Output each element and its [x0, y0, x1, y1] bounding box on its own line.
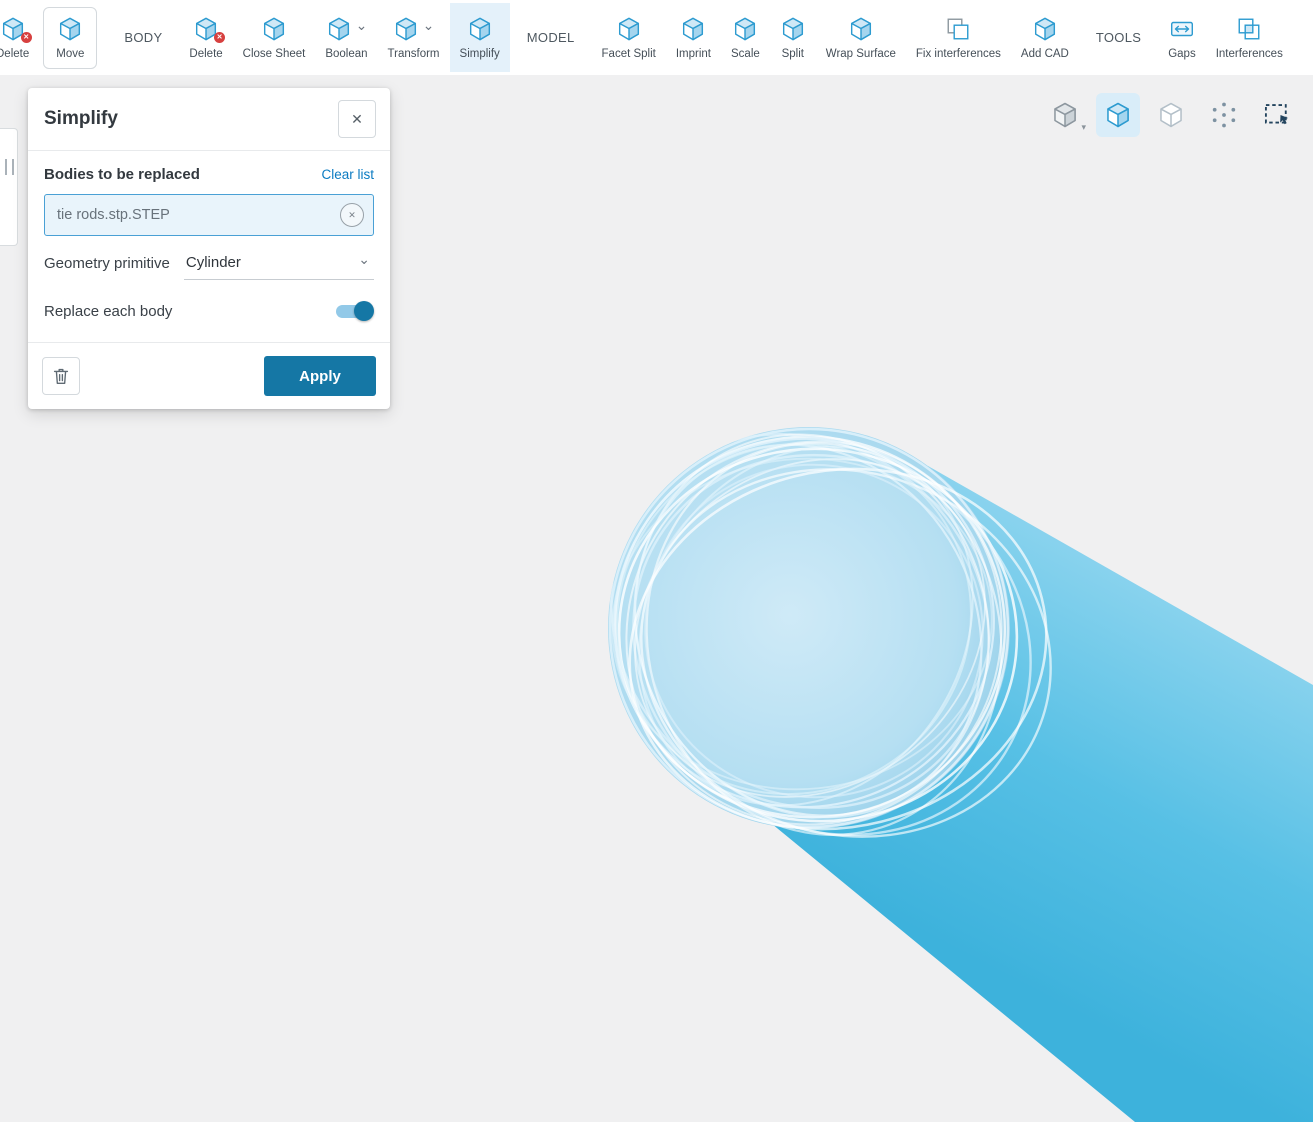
fix-interferences-icon — [945, 15, 971, 43]
toolbar-label: Boolean — [325, 48, 368, 60]
toolbar-label: Simplify — [459, 48, 500, 60]
top-toolbar: ✕ Delete Move BODY ✕ Delete Close Sheet — [0, 0, 1313, 76]
toolbar-button-wrap-surface[interactable]: Wrap Surface — [816, 3, 906, 72]
replace-each-body-label: Replace each body — [44, 302, 173, 320]
apply-button[interactable]: Apply — [264, 356, 376, 396]
dialog-body: Bodies to be replaced Clear list tie rod… — [28, 151, 390, 342]
toolbar-button-facet-split[interactable]: Facet Split — [592, 3, 666, 72]
facet-split-cube-icon — [616, 15, 642, 43]
replace-each-body-toggle[interactable] — [336, 301, 374, 321]
clear-x-icon: ✕ — [348, 209, 356, 220]
split-cube-icon — [780, 15, 806, 43]
dialog-footer: Apply — [28, 342, 390, 409]
toolbar-button-simplify[interactable]: Simplify — [449, 3, 510, 72]
delete-selection-button[interactable] — [42, 357, 80, 395]
boolean-cube-icon: ⌄ — [326, 15, 368, 43]
chevron-down-icon: ⌄ — [358, 250, 370, 267]
toolbar-section-tools: TOOLS — [1095, 30, 1142, 45]
delete-cube-icon: ✕ — [193, 15, 226, 43]
gaps-icon — [1169, 15, 1195, 43]
toggle-knob — [354, 301, 374, 321]
toolbar-button-move[interactable]: Move — [43, 6, 98, 69]
vertices-icon — [1210, 101, 1238, 129]
close-sheet-cube-icon — [261, 15, 287, 43]
toolbar-label: Fix interferences — [915, 48, 1001, 60]
display-mode-cube-icon — [1051, 101, 1079, 129]
chevron-down-icon[interactable]: ⌄ — [356, 17, 368, 34]
clear-list-link[interactable]: Clear list — [321, 167, 374, 182]
toolbar-label: Gaps — [1168, 48, 1196, 60]
toolbar-label: Add CAD — [1020, 48, 1069, 60]
toolbar-button-add-cad[interactable]: Add CAD — [1011, 3, 1079, 72]
delete-cube-icon: ✕ — [0, 15, 32, 43]
shaded-view-cube-icon — [1104, 101, 1132, 129]
wireframe-view-cube-icon — [1157, 101, 1185, 129]
toolbar-label: Scale — [731, 48, 760, 60]
trash-icon — [50, 365, 72, 387]
move-cube-icon — [57, 15, 83, 43]
geometry-primitive-value: Cylinder — [185, 254, 241, 271]
toolbar-section-model: MODEL — [526, 30, 575, 45]
cad-application-window: ✕ Delete Move BODY ✕ Delete Close Sheet — [0, 0, 1313, 1122]
toolbar-label: Move — [56, 48, 85, 60]
toolbar-label: Delete — [0, 48, 30, 60]
toolbar-button-fix-interferences[interactable]: Fix interferences — [906, 3, 1011, 72]
bodies-to-be-replaced-label: Bodies to be replaced — [44, 166, 200, 183]
close-button[interactable]: ✕ — [338, 100, 376, 138]
shaded-view-button[interactable] — [1096, 93, 1140, 137]
scale-cube-icon — [732, 15, 758, 43]
vertices-view-button[interactable] — [1202, 93, 1246, 137]
delete-badge-icon: ✕ — [214, 32, 226, 43]
close-icon: ✕ — [351, 110, 363, 127]
left-panel-flyout[interactable] — [0, 128, 18, 246]
display-mode-button[interactable]: ▾ — [1043, 93, 1087, 137]
caret-down-icon: ▾ — [1081, 122, 1086, 132]
toolbar-button-delete-body[interactable]: ✕ Delete — [179, 3, 232, 72]
interferences-icon — [1236, 15, 1262, 43]
geometry-primitive-label: Geometry primitive — [44, 255, 170, 272]
chevron-down-icon[interactable]: ⌄ — [423, 17, 435, 34]
dialog-header: Simplify ✕ — [28, 88, 390, 151]
toolbar-label: Delete — [189, 48, 223, 60]
toolbar-label: Transform — [387, 48, 440, 60]
dialog-title: Simplify — [44, 108, 118, 129]
toolbar-label: Interferences — [1215, 48, 1283, 60]
toolbar-button-boolean[interactable]: ⌄ Boolean — [315, 3, 377, 72]
simplify-dialog: Simplify ✕ Bodies to be replaced Clear l… — [28, 88, 390, 409]
toolbar-label: Wrap Surface — [825, 48, 896, 60]
toolbar-button-transform[interactable]: ⌄ Transform — [378, 3, 450, 72]
toolbar-button-delete-left[interactable]: ✕ Delete — [0, 3, 39, 72]
geometry-primitive-select[interactable]: Cylinder ⌄ — [183, 250, 374, 280]
toolbar-button-split[interactable]: Split — [770, 3, 816, 72]
delete-badge-icon: ✕ — [20, 32, 32, 43]
remove-selection-button[interactable]: ✕ — [340, 203, 364, 227]
toolbar-label: Facet Split — [601, 48, 656, 60]
selected-body-name: tie rods.stp.STEP — [57, 207, 170, 223]
box-select-button[interactable] — [1255, 93, 1299, 137]
simplify-cube-icon — [467, 15, 493, 43]
toolbar-button-gaps[interactable]: Gaps — [1158, 3, 1206, 72]
wrap-surface-cube-icon — [848, 15, 874, 43]
toolbar-label: Close Sheet — [242, 48, 306, 60]
toolbar-button-close-sheet[interactable]: Close Sheet — [233, 3, 316, 72]
wireframe-view-button[interactable] — [1149, 93, 1193, 137]
toolbar-label: Split — [781, 48, 804, 60]
toolbar-button-scale[interactable]: Scale — [721, 3, 770, 72]
box-select-icon — [1263, 101, 1291, 129]
add-cad-cube-icon — [1032, 15, 1058, 43]
transform-cube-icon: ⌄ — [393, 15, 435, 43]
toolbar-button-imprint[interactable]: Imprint — [666, 3, 721, 72]
toolbar-section-body: BODY — [124, 30, 163, 45]
toolbar-label: Imprint — [675, 48, 712, 60]
view-toolbar: ▾ — [1043, 93, 1299, 137]
toolbar-button-interferences[interactable]: Interferences — [1206, 3, 1293, 72]
imprint-cube-icon — [680, 15, 706, 43]
panel-grip-icon — [5, 159, 14, 175]
selected-bodies-input[interactable]: tie rods.stp.STEP ✕ — [44, 194, 374, 236]
